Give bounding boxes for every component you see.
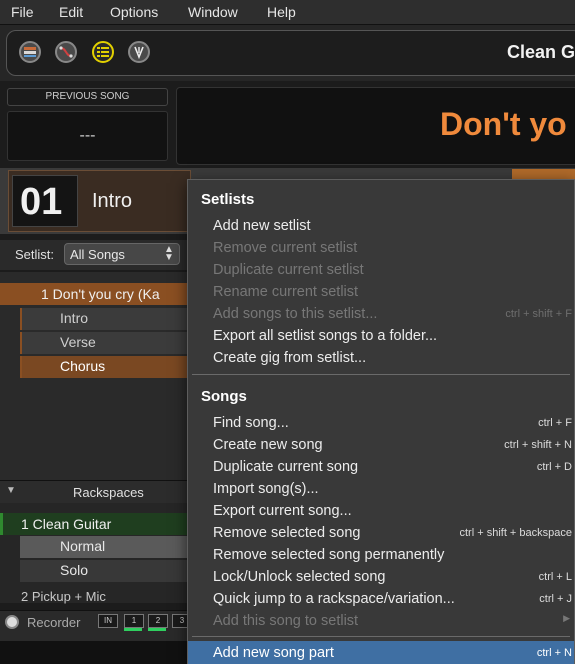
menu-item-duplicate-current-song[interactable]: Duplicate current song: [213, 459, 358, 475]
menu-shortcut: ctrl + shift + F: [505, 308, 572, 320]
setlist-view-icon[interactable]: [92, 41, 114, 63]
menu-item-remove-song-permanently[interactable]: Remove selected song permanently: [213, 547, 444, 563]
menu-section-songs: Songs: [201, 388, 247, 405]
next-part-indicator: [512, 169, 575, 179]
level-meter: [148, 628, 166, 631]
current-song-title: Don't yo: [440, 106, 567, 142]
menu-help[interactable]: Help: [267, 4, 296, 20]
song-list-item-label: 1 Don't you cry (Ka: [41, 286, 160, 302]
menu-bar: File Edit Options Window Help: [0, 0, 575, 25]
menu-item-remove-current-setlist[interactable]: Remove current setlist: [213, 240, 357, 256]
menu-section-setlists: Setlists: [201, 191, 255, 208]
menu-item-add-songs-to-setlist[interactable]: Add songs to this setlist...: [213, 306, 377, 322]
menu-separator: [192, 374, 570, 375]
song-part-row[interactable]: Verse: [20, 332, 190, 354]
tuner-icon[interactable]: [128, 41, 150, 63]
part-name: Intro: [92, 190, 133, 212]
menu-item-import-songs[interactable]: Import song(s)...: [213, 481, 319, 497]
input-channel: IN: [98, 614, 118, 628]
variation-label: Solo: [60, 562, 89, 578]
rackspace-item-label: 1 Clean Guitar: [21, 516, 112, 532]
menu-item-find-song[interactable]: Find song...: [213, 415, 289, 431]
song-part-label: Chorus: [60, 358, 106, 374]
song-part-label: Verse: [60, 334, 96, 350]
previous-song-display[interactable]: ---: [7, 111, 168, 161]
menu-item-create-gig-from-setlist[interactable]: Create gig from setlist...: [213, 350, 366, 366]
menu-item-add-song-to-setlist[interactable]: Add this song to setlist: [213, 613, 358, 629]
menu-item-export-setlist-songs[interactable]: Export all setlist songs to a folder...: [213, 328, 437, 344]
rackspace-view-icon[interactable]: [19, 41, 41, 63]
collapse-triangle-icon[interactable]: ▼: [6, 485, 16, 496]
song-part-label: Intro: [60, 310, 89, 326]
rackspace-item-label[interactable]: 2 Pickup + Mic: [21, 589, 106, 604]
setlist-select-value: All Songs: [70, 247, 125, 262]
level-meter: [124, 628, 142, 631]
wiring-view-icon[interactable]: [55, 41, 77, 63]
input-channel: 2: [148, 614, 168, 628]
menu-shortcut: ctrl + F: [538, 417, 572, 429]
variation-item-selected[interactable]: Normal: [20, 536, 190, 558]
input-channel: 1: [124, 614, 144, 628]
variation-label: Normal: [60, 538, 106, 554]
menu-options[interactable]: Options: [110, 4, 158, 20]
menu-item-create-new-song[interactable]: Create new song: [213, 437, 323, 453]
menu-shortcut: ctrl + N: [536, 647, 572, 659]
current-rackspace-title: Clean G: [506, 42, 575, 62]
menu-item-rename-current-setlist[interactable]: Rename current setlist: [213, 284, 358, 300]
part-number: 01: [20, 181, 63, 223]
menu-item-add-new-setlist[interactable]: Add new setlist: [213, 218, 311, 234]
menu-item-quick-jump[interactable]: Quick jump to a rackspace/variation...: [213, 591, 455, 607]
menu-item-add-new-song-part[interactable]: Add new song part: [213, 645, 334, 661]
menu-shortcut: ctrl + J: [539, 593, 572, 605]
menu-shortcut: ctrl + shift + backspace: [459, 527, 573, 539]
menu-shortcut: ctrl + D: [536, 461, 572, 473]
previous-song-button[interactable]: PREVIOUS SONG: [7, 88, 168, 106]
menu-item-duplicate-current-setlist[interactable]: Duplicate current setlist: [213, 262, 364, 278]
menu-window[interactable]: Window: [188, 4, 238, 20]
menu-item-remove-selected-song[interactable]: Remove selected song: [213, 525, 361, 541]
record-icon[interactable]: [5, 615, 19, 629]
menu-shortcut: ctrl + shift + N: [504, 439, 572, 451]
submenu-arrow-icon: ▶: [563, 613, 570, 623]
menu-item-lock-unlock-song[interactable]: Lock/Unlock selected song: [213, 569, 386, 585]
song-part-row[interactable]: Intro: [20, 308, 190, 330]
menu-file[interactable]: File: [11, 4, 34, 20]
song-part-row-selected[interactable]: Chorus: [20, 356, 190, 378]
recorder-label[interactable]: Recorder: [27, 615, 80, 630]
menu-separator: [192, 636, 570, 637]
rackspaces-header-label: Rackspaces: [73, 485, 144, 500]
setlist-label: Setlist:: [15, 247, 55, 262]
variation-item[interactable]: Solo: [20, 560, 190, 582]
select-arrows-icon: ▲ ▼: [164, 244, 174, 263]
menu-shortcut: ctrl + L: [538, 571, 572, 583]
menu-item-export-current-song[interactable]: Export current song...: [213, 503, 352, 519]
menu-edit[interactable]: Edit: [59, 4, 83, 20]
